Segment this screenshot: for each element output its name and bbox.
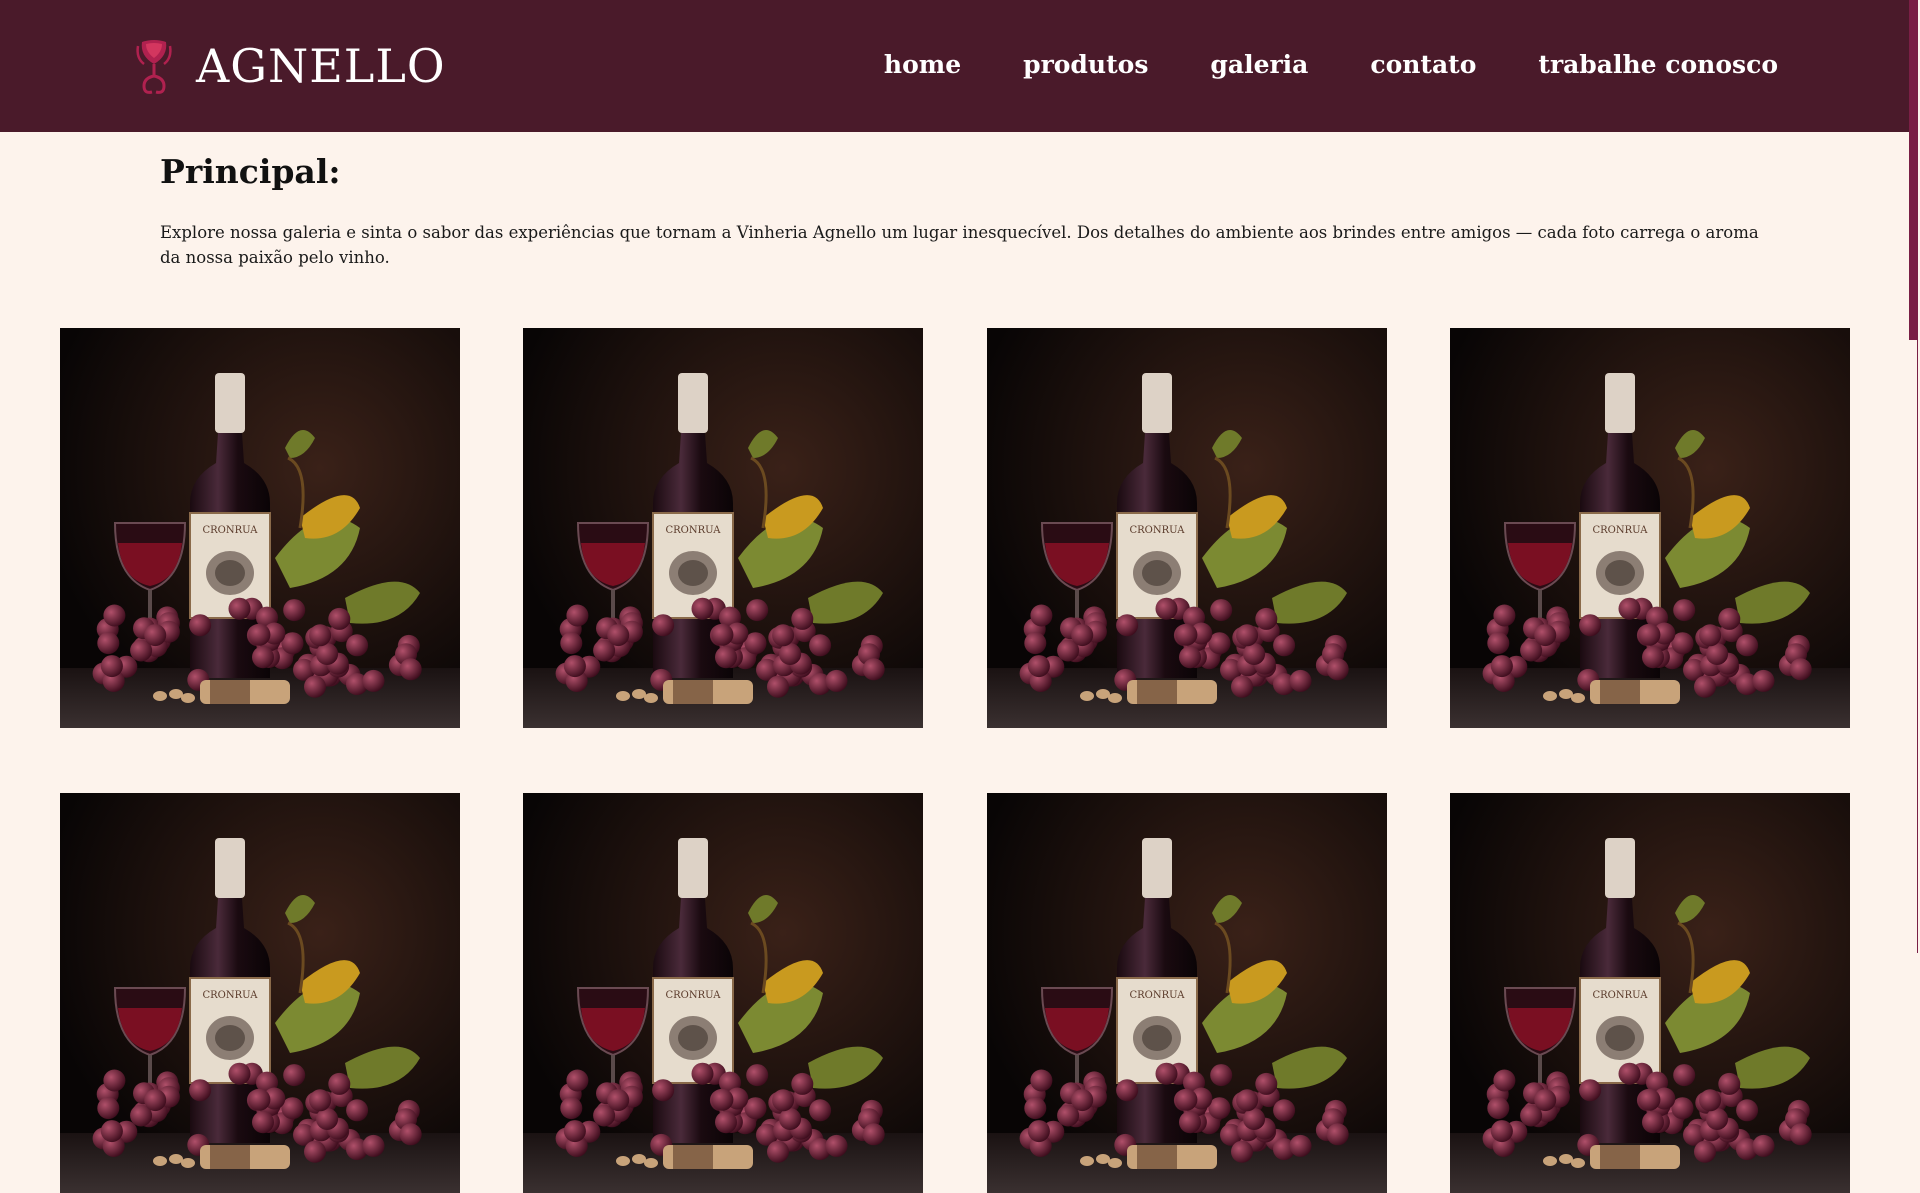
scrollbar[interactable]	[1909, 0, 1920, 953]
brand-name: AGNELLO	[196, 39, 446, 93]
svg-text:CRONRUA: CRONRUA	[1593, 525, 1649, 536]
svg-text:CRONRUA: CRONRUA	[1130, 990, 1186, 1001]
nav-galeria[interactable]: galeria	[1210, 44, 1308, 86]
svg-text:CRONRUA: CRONRUA	[1593, 990, 1649, 1001]
gallery-image[interactable]: CRONRUA	[523, 793, 923, 1193]
gallery-image[interactable]: CRONRUA	[60, 793, 460, 1193]
main-nav: home produtos galeria contato trabalhe c…	[884, 44, 1778, 86]
intro-text: Explore nossa galeria e sinta o sabor da…	[160, 223, 1759, 267]
scrollbar-thumb[interactable]	[1909, 0, 1918, 340]
nav-home[interactable]: home	[884, 44, 961, 86]
scrollbar-track	[1917, 340, 1918, 953]
nav-contato[interactable]: contato	[1370, 44, 1476, 86]
nav-produtos[interactable]: produtos	[1023, 44, 1148, 86]
gallery-image[interactable]: CRONRUA	[1450, 328, 1850, 728]
wine-glass-logo-icon	[136, 40, 172, 94]
brand-logo[interactable]: AGNELLO	[132, 34, 446, 98]
svg-text:CRONRUA: CRONRUA	[666, 990, 722, 1001]
site-header: AGNELLO home produtos galeria contato tr…	[0, 0, 1909, 132]
svg-text:CRONRUA: CRONRUA	[1130, 525, 1186, 536]
svg-text:CRONRUA: CRONRUA	[203, 990, 259, 1001]
gallery-image[interactable]: CRONRUA	[987, 793, 1387, 1193]
nav-trabalhe-conosco[interactable]: trabalhe conosco	[1538, 44, 1778, 86]
gallery-image[interactable]: CRONRUA	[60, 328, 460, 728]
svg-text:CRONRUA: CRONRUA	[203, 525, 259, 536]
gallery-image[interactable]: CRONRUA	[523, 328, 923, 728]
page-title: Principal:	[160, 152, 341, 191]
gallery-image[interactable]: CRONRUA	[1450, 793, 1850, 1193]
gallery-image[interactable]: CRONRUA	[987, 328, 1387, 728]
svg-text:CRONRUA: CRONRUA	[666, 525, 722, 536]
